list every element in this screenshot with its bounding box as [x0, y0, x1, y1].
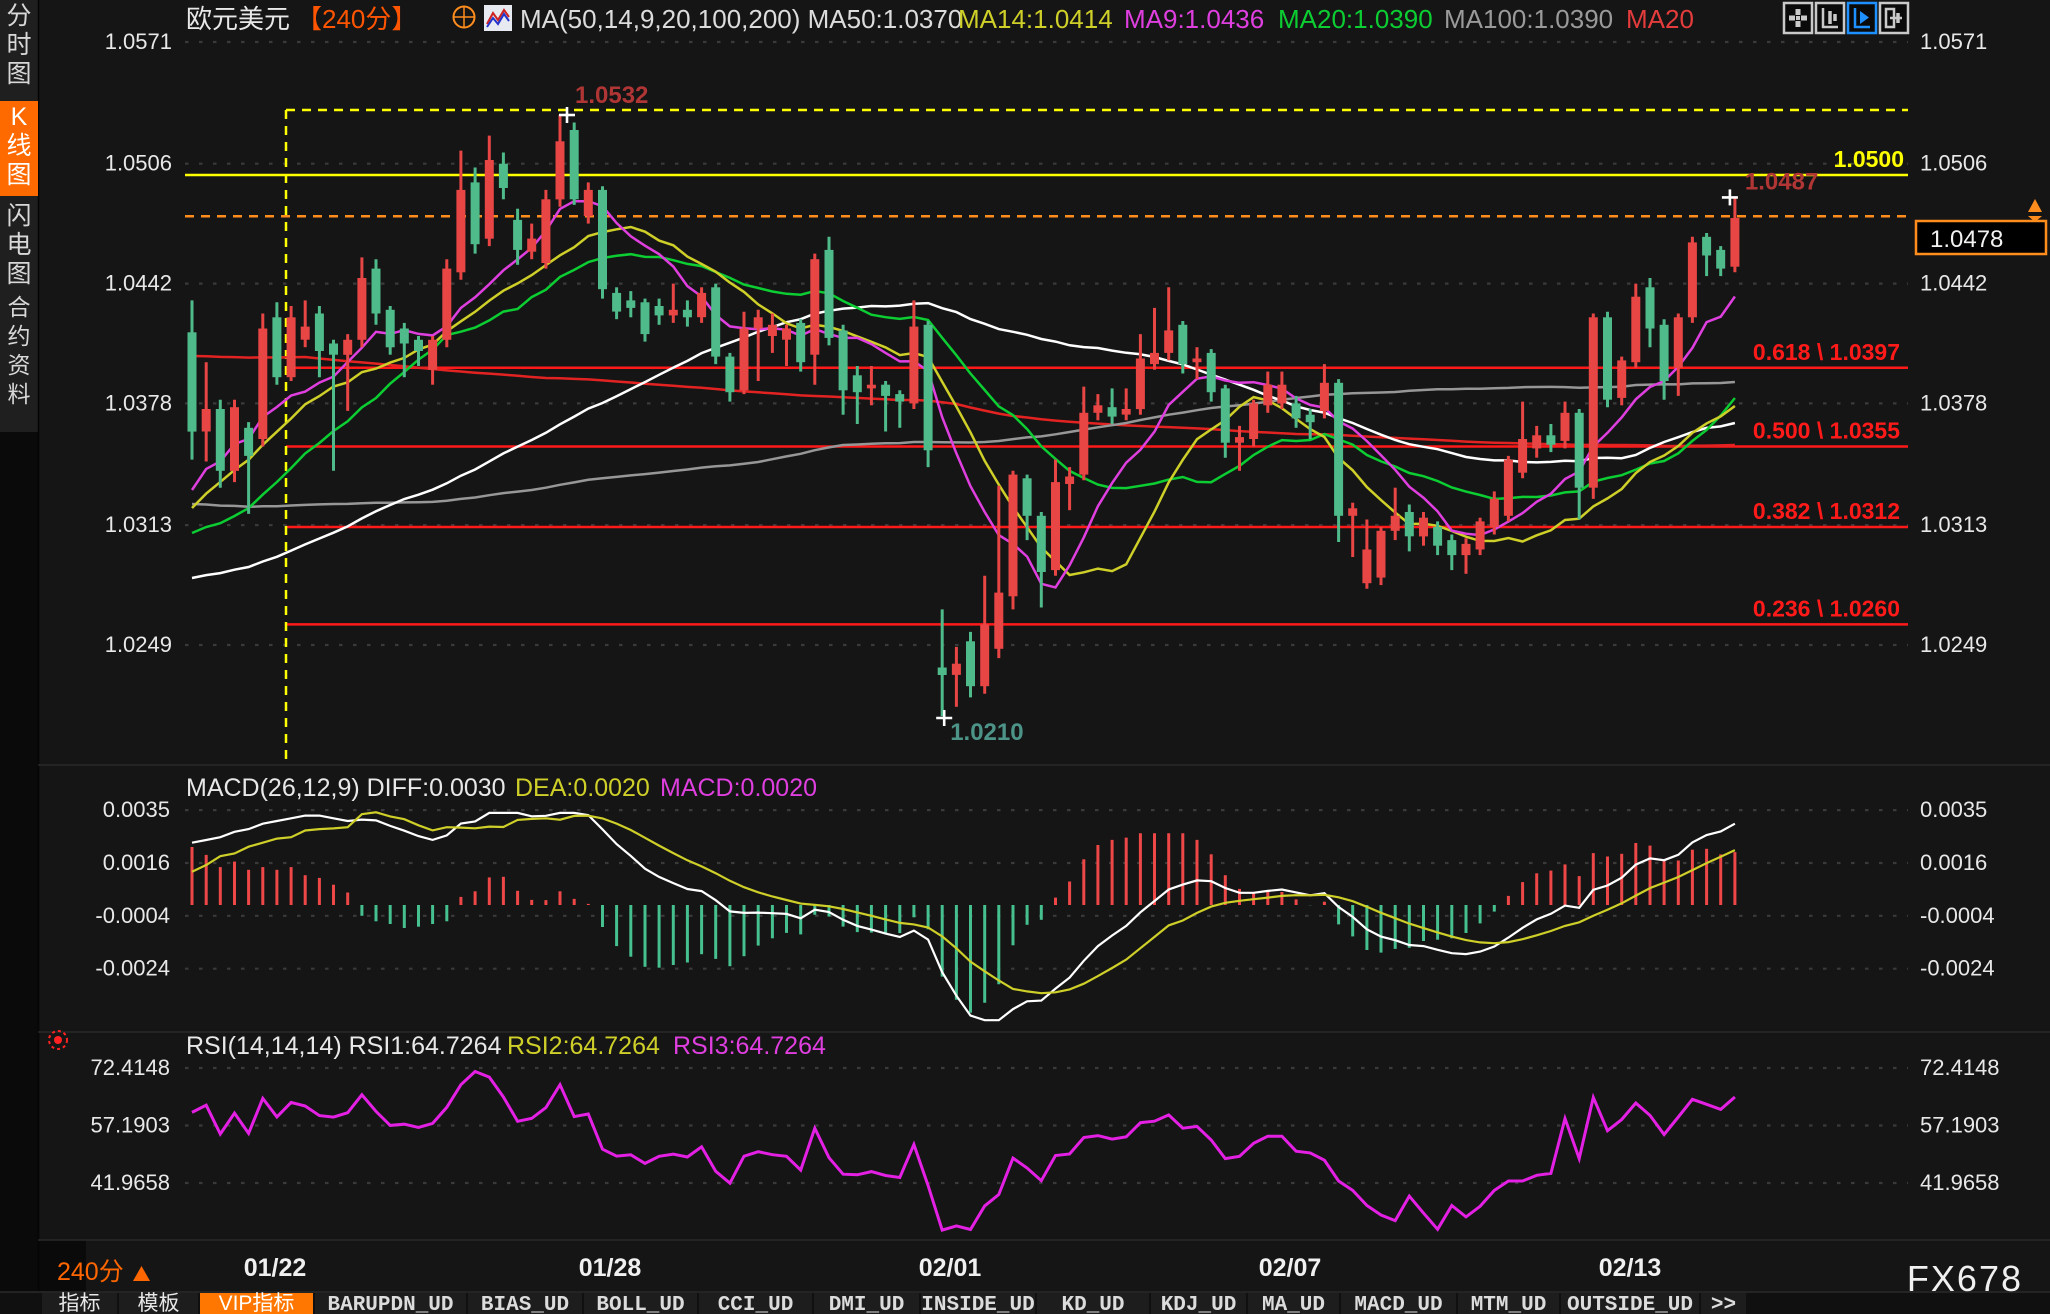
svg-text:0.500 \ 1.0355: 0.500 \ 1.0355 — [1753, 418, 1900, 444]
svg-text:BOLL_UD: BOLL_UD — [596, 1294, 684, 1314]
svg-text:-0.0024: -0.0024 — [95, 956, 170, 981]
svg-text:1.0487: 1.0487 — [1745, 168, 1818, 195]
svg-text:02/07: 02/07 — [1259, 1254, 1322, 1282]
svg-text:72.4148: 72.4148 — [90, 1055, 170, 1080]
svg-text:01/28: 01/28 — [579, 1254, 642, 1282]
svg-text:1.0506: 1.0506 — [105, 151, 172, 176]
svg-text:1.0249: 1.0249 — [105, 632, 172, 657]
svg-text:1.0313: 1.0313 — [105, 512, 172, 537]
svg-text:1.0249: 1.0249 — [1920, 632, 1987, 657]
svg-text:1.0571: 1.0571 — [1920, 29, 1987, 54]
svg-text:1.0500: 1.0500 — [1834, 146, 1904, 172]
svg-text:电: 电 — [6, 231, 31, 259]
svg-text:BIAS_UD: BIAS_UD — [481, 1294, 569, 1314]
svg-text:0.236 \ 1.0260: 0.236 \ 1.0260 — [1753, 595, 1900, 621]
svg-text:41.9658: 41.9658 — [1920, 1170, 2000, 1195]
svg-text:0.0016: 0.0016 — [103, 850, 170, 875]
svg-text:>>: >> — [1711, 1294, 1736, 1314]
svg-text:0.0035: 0.0035 — [1920, 797, 1987, 822]
svg-text:MA(50,14,9,20,100,200) MA50:1.: MA(50,14,9,20,100,200) MA50:1.0370 — [520, 4, 962, 34]
svg-text:0.382 \ 1.0312: 0.382 \ 1.0312 — [1753, 498, 1900, 524]
svg-text:DEA:0.0020: DEA:0.0020 — [515, 774, 650, 802]
svg-text:料: 料 — [8, 381, 31, 407]
svg-text:MA20: MA20 — [1626, 4, 1694, 34]
svg-text:MA20:1.0390: MA20:1.0390 — [1278, 4, 1433, 34]
svg-text:线: 线 — [6, 132, 31, 160]
svg-text:240分: 240分 — [57, 1258, 124, 1286]
svg-text:1.0378: 1.0378 — [105, 390, 172, 415]
svg-text:MA9:1.0436: MA9:1.0436 — [1124, 4, 1264, 34]
svg-text:MTM_UD: MTM_UD — [1471, 1294, 1547, 1314]
svg-text:【240分】: 【240分】 — [296, 4, 417, 34]
svg-text:1.0442: 1.0442 — [105, 271, 172, 296]
svg-text:1.0210: 1.0210 — [950, 719, 1023, 746]
svg-text:图: 图 — [6, 161, 31, 189]
svg-text:约: 约 — [8, 323, 31, 349]
svg-text:模板: 模板 — [138, 1292, 180, 1314]
svg-text:KD_UD: KD_UD — [1061, 1294, 1124, 1314]
svg-text:闪: 闪 — [6, 202, 31, 230]
svg-text:0.0035: 0.0035 — [103, 797, 170, 822]
svg-text:MA14:1.0414: MA14:1.0414 — [958, 4, 1113, 34]
svg-text:时: 时 — [6, 31, 31, 59]
svg-text:72.4148: 72.4148 — [1920, 1055, 2000, 1080]
svg-text:分: 分 — [6, 2, 31, 30]
svg-text:-0.0004: -0.0004 — [95, 903, 170, 928]
svg-text:RSI(14,14,14) RSI1:64.7264: RSI(14,14,14) RSI1:64.7264 — [186, 1032, 502, 1060]
svg-text:-0.0024: -0.0024 — [1920, 956, 1995, 981]
svg-text:图: 图 — [6, 260, 31, 288]
svg-text:1.0378: 1.0378 — [1920, 390, 1987, 415]
svg-text:指标: 指标 — [59, 1292, 101, 1314]
svg-text:MA_UD: MA_UD — [1262, 1294, 1325, 1314]
svg-text:BARUPDN_UD: BARUPDN_UD — [327, 1294, 453, 1314]
svg-text:FX678: FX678 — [1907, 1258, 2023, 1299]
svg-text:MACD_UD: MACD_UD — [1354, 1294, 1442, 1314]
svg-text:MA100:1.0390: MA100:1.0390 — [1444, 4, 1613, 34]
svg-text:-0.0004: -0.0004 — [1920, 903, 1995, 928]
svg-text:1.0442: 1.0442 — [1920, 271, 1987, 296]
svg-text:MACD(26,12,9) DIFF:0.0030: MACD(26,12,9) DIFF:0.0030 — [186, 774, 506, 802]
svg-text:INSIDE_UD: INSIDE_UD — [921, 1294, 1034, 1314]
svg-text:0.0016: 0.0016 — [1920, 850, 1987, 875]
svg-text:CCI_UD: CCI_UD — [718, 1294, 794, 1314]
svg-text:欧元美元: 欧元美元 — [186, 4, 290, 34]
svg-text:KDJ_UD: KDJ_UD — [1161, 1294, 1237, 1314]
svg-text:OUTSIDE_UD: OUTSIDE_UD — [1567, 1294, 1693, 1314]
svg-text:1.0506: 1.0506 — [1920, 151, 1987, 176]
svg-text:1.0313: 1.0313 — [1920, 512, 1987, 537]
svg-text:02/13: 02/13 — [1599, 1254, 1662, 1282]
svg-text:MACD:0.0020: MACD:0.0020 — [660, 774, 817, 802]
svg-text:VIP指标: VIP指标 — [219, 1292, 295, 1314]
svg-text:41.9658: 41.9658 — [90, 1170, 170, 1195]
svg-text:合: 合 — [8, 294, 31, 320]
svg-text:0.618 \ 1.0397: 0.618 \ 1.0397 — [1753, 339, 1900, 365]
svg-text:图: 图 — [6, 60, 31, 88]
svg-text:57.1903: 57.1903 — [1920, 1113, 2000, 1138]
svg-text:RSI2:64.7264: RSI2:64.7264 — [507, 1032, 660, 1060]
svg-text:1.0532: 1.0532 — [575, 82, 648, 109]
svg-text:RSI3:64.7264: RSI3:64.7264 — [673, 1032, 826, 1060]
svg-text:资: 资 — [8, 352, 31, 378]
svg-text:DMI_UD: DMI_UD — [829, 1294, 905, 1314]
svg-text:1.0571: 1.0571 — [105, 29, 172, 54]
svg-text:K: K — [11, 103, 28, 131]
svg-text:57.1903: 57.1903 — [90, 1113, 170, 1138]
svg-text:01/22: 01/22 — [244, 1254, 307, 1282]
svg-text:1.0478: 1.0478 — [1930, 226, 2003, 253]
svg-text:02/01: 02/01 — [919, 1254, 982, 1282]
